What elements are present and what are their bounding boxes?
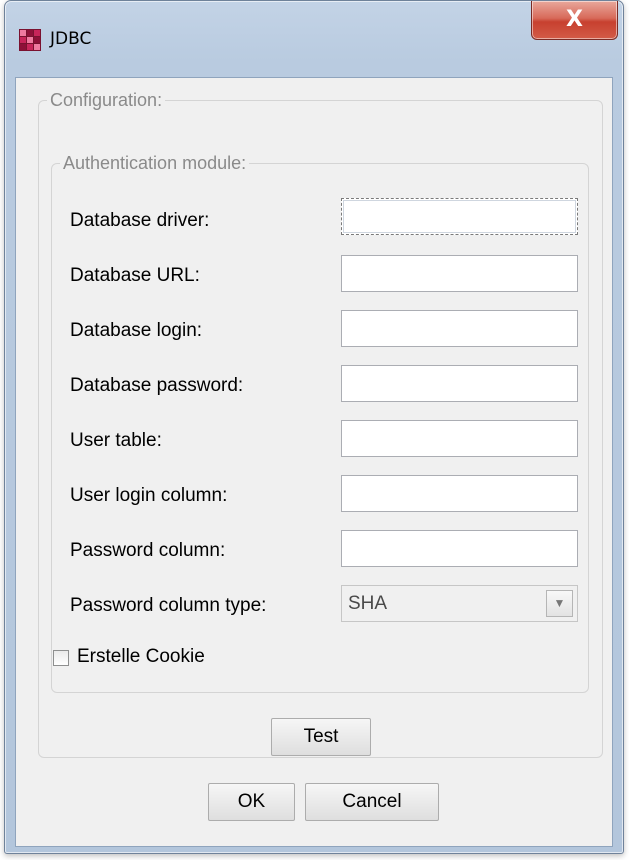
window-title: JDBC: [50, 29, 92, 49]
user-login-column-label: User login column:: [70, 485, 228, 506]
password-column-type-value: SHA: [348, 593, 388, 614]
database-driver-label: Database driver:: [70, 210, 210, 231]
title-bar[interactable]: JDBC X: [5, 1, 623, 77]
database-login-input[interactable]: [341, 310, 578, 347]
database-url-input[interactable]: [341, 255, 578, 292]
password-column-input[interactable]: [341, 530, 578, 567]
user-table-label: User table:: [70, 430, 162, 451]
user-table-input[interactable]: [341, 420, 578, 457]
password-column-label: Password column:: [70, 540, 226, 561]
dialog-content: Configuration: Authentication module: Da…: [15, 77, 613, 847]
authentication-module-group: Authentication module: Database driver: …: [51, 153, 589, 693]
erstelle-cookie-label: Erstelle Cookie: [77, 646, 205, 667]
database-url-label: Database URL:: [70, 265, 200, 286]
test-button[interactable]: Test: [271, 718, 371, 756]
close-button[interactable]: X: [531, 1, 618, 40]
database-password-label: Database password:: [70, 375, 244, 396]
close-icon: X: [566, 7, 583, 32]
chevron-down-icon[interactable]: ▼: [546, 590, 573, 617]
database-password-input[interactable]: [341, 365, 578, 402]
password-column-type-label: Password column type:: [70, 595, 267, 616]
password-column-type-select[interactable]: SHA ▼: [341, 585, 578, 622]
authentication-module-legend: Authentication module:: [63, 153, 247, 173]
cancel-button[interactable]: Cancel: [305, 783, 439, 821]
database-login-label: Database login:: [70, 320, 203, 341]
dialog-window: JDBC X Configuration: Authentication mod…: [4, 0, 624, 854]
erstelle-cookie-checkbox[interactable]: [53, 650, 69, 666]
app-icon: [19, 29, 41, 51]
database-driver-input[interactable]: [341, 198, 578, 235]
ok-button[interactable]: OK: [208, 783, 295, 821]
user-login-column-input[interactable]: [341, 475, 578, 512]
configuration-legend: Configuration:: [50, 90, 163, 110]
